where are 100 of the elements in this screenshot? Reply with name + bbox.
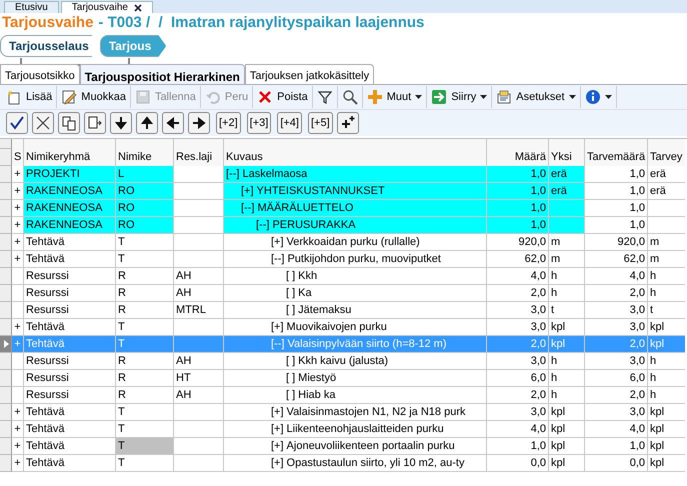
column-header[interactable]: Nimike — [116, 149, 174, 166]
table-cell: h — [648, 353, 685, 370]
tree-toggle[interactable]: [ ] — [286, 287, 296, 299]
expand-toggle[interactable]: + — [12, 421, 24, 438]
row-selector[interactable] — [0, 438, 12, 455]
column-header[interactable]: S — [12, 149, 24, 166]
table-cell: AH — [174, 285, 224, 302]
copy-icon[interactable] — [58, 112, 80, 134]
arrow-left-icon[interactable] — [162, 112, 184, 134]
column-header[interactable]: Nimikeryhmä — [24, 149, 116, 166]
toolbar-button[interactable]: Lisää — [2, 86, 58, 108]
toolbar-button[interactable]: Siirry — [427, 86, 492, 108]
expand-toggle[interactable]: + — [12, 234, 24, 251]
tree-toggle[interactable]: [ ] — [286, 304, 296, 316]
tree-toggle[interactable]: [+] — [271, 440, 284, 452]
table-cell: 2,0 — [585, 336, 648, 353]
tab[interactable]: Tarjouspositiot Hierarkinen — [80, 64, 245, 84]
tree-toggle[interactable]: [--] — [256, 219, 270, 231]
module-title: Tarjousvaihe — [2, 14, 94, 32]
row-selector[interactable] — [0, 217, 12, 234]
table-cell: 1,0 — [487, 183, 549, 200]
toolbar-button[interactable]: Muut — [362, 86, 428, 108]
row-selector[interactable] — [0, 302, 12, 319]
column-header[interactable]: Yksi — [549, 149, 585, 166]
column-header[interactable]: Kuvaus — [224, 149, 487, 166]
checkmark-icon[interactable] — [6, 112, 28, 134]
tree-toggle[interactable]: [--] — [241, 202, 254, 214]
tree-toggle[interactable]: [ ] — [286, 355, 296, 367]
toolbar-button[interactable]: [+5] — [308, 112, 333, 134]
expand-toggle[interactable]: + — [12, 251, 24, 268]
row-selector[interactable] — [0, 421, 12, 438]
toolbar-button[interactable]: Asetukset — [492, 86, 581, 108]
empty-cell — [12, 285, 24, 302]
row-selector[interactable] — [0, 404, 12, 421]
row-selector[interactable] — [0, 200, 12, 217]
row-selector[interactable] — [0, 251, 12, 268]
toolbar-button[interactable]: [+3] — [246, 112, 272, 134]
row-selector[interactable] — [0, 183, 12, 200]
row-selector[interactable] — [0, 166, 12, 183]
tree-toggle[interactable]: [+] — [271, 457, 284, 469]
table-cell: m — [648, 251, 685, 268]
toolbar-button[interactable]: [+2] — [216, 112, 241, 134]
table-cell: AH — [174, 387, 224, 404]
expand-toggle[interactable]: + — [12, 455, 24, 472]
column-header[interactable]: Tarvemäärä — [585, 149, 648, 166]
tab[interactable]: Tarjouksen jatkokäsittely — [244, 64, 374, 84]
tree-toggle[interactable]: [+] — [241, 185, 254, 197]
table-cell: kpl — [648, 404, 685, 421]
delete-icon — [257, 89, 274, 105]
tab[interactable]: Tarjousotsikko — [0, 64, 80, 84]
toolbar-button[interactable]: [+4] — [277, 112, 302, 134]
arrow-up-icon[interactable] — [136, 112, 158, 134]
tree-toggle[interactable]: [+] — [271, 236, 284, 248]
close-icon[interactable] — [134, 4, 142, 12]
settings-icon — [496, 89, 512, 105]
table-cell: kpl — [549, 421, 585, 438]
arrow-down-icon[interactable] — [110, 112, 132, 134]
window-tab[interactable]: Etusivu — [4, 1, 59, 13]
row-selector[interactable] — [0, 387, 12, 404]
column-header[interactable]: Tarvey — [648, 149, 685, 166]
tree-toggle[interactable]: [+] — [271, 406, 284, 418]
cross-icon[interactable] — [32, 112, 54, 134]
table-cell: 2,0 — [487, 285, 549, 302]
column-header[interactable]: Määrä — [487, 149, 549, 166]
table-cell: 3,0 — [585, 404, 648, 421]
toolbar-button[interactable]: Poista — [253, 86, 313, 108]
description-text: PERUSURAKKA — [272, 219, 356, 231]
row-selector[interactable] — [0, 370, 12, 387]
description-text: Jätemaksu — [298, 304, 352, 316]
tree-toggle[interactable]: [ ] — [286, 270, 296, 282]
column-header[interactable]: Res.laji — [174, 149, 224, 166]
row-selector[interactable] — [0, 455, 12, 472]
empty-cell — [12, 387, 24, 404]
tree-toggle[interactable]: [ ] — [286, 372, 296, 384]
table-cell: h — [549, 268, 585, 285]
table-cell: kpl — [648, 438, 685, 455]
project-title: - T003 / / Imatran rajanylityspaikan laajennus — [98, 14, 424, 32]
tree-toggle[interactable]: [+] — [271, 423, 284, 435]
tree-toggle[interactable]: [--] — [226, 168, 240, 180]
table-cell: Tehtävä — [24, 404, 116, 421]
plus-icon — [366, 89, 383, 105]
table-cell: 1,0 — [487, 217, 549, 234]
tree-toggle[interactable]: [--] — [271, 253, 284, 265]
row-selector[interactable] — [0, 336, 12, 353]
expand-toggle[interactable]: + — [12, 404, 24, 421]
tree-toggle[interactable]: [+] — [271, 321, 284, 333]
row-selector[interactable] — [0, 285, 12, 302]
tree-toggle[interactable]: [ ] — [286, 389, 296, 401]
row-selector[interactable] — [0, 319, 12, 336]
toolbar-button[interactable]: Muokkaa — [57, 86, 131, 108]
row-selector[interactable] — [0, 268, 12, 285]
arrow-right-icon[interactable] — [188, 112, 210, 134]
table-cell: Tehtävä — [24, 251, 116, 268]
expand-toggle[interactable]: + — [12, 438, 24, 455]
pencil-icon — [61, 89, 78, 105]
table-cell: R — [116, 285, 174, 302]
row-selector[interactable] — [0, 234, 12, 251]
table-cell: 6,0 — [585, 370, 648, 387]
window-tab[interactable]: Tarjousvaihe — [60, 1, 153, 13]
row-selector[interactable] — [0, 353, 12, 370]
